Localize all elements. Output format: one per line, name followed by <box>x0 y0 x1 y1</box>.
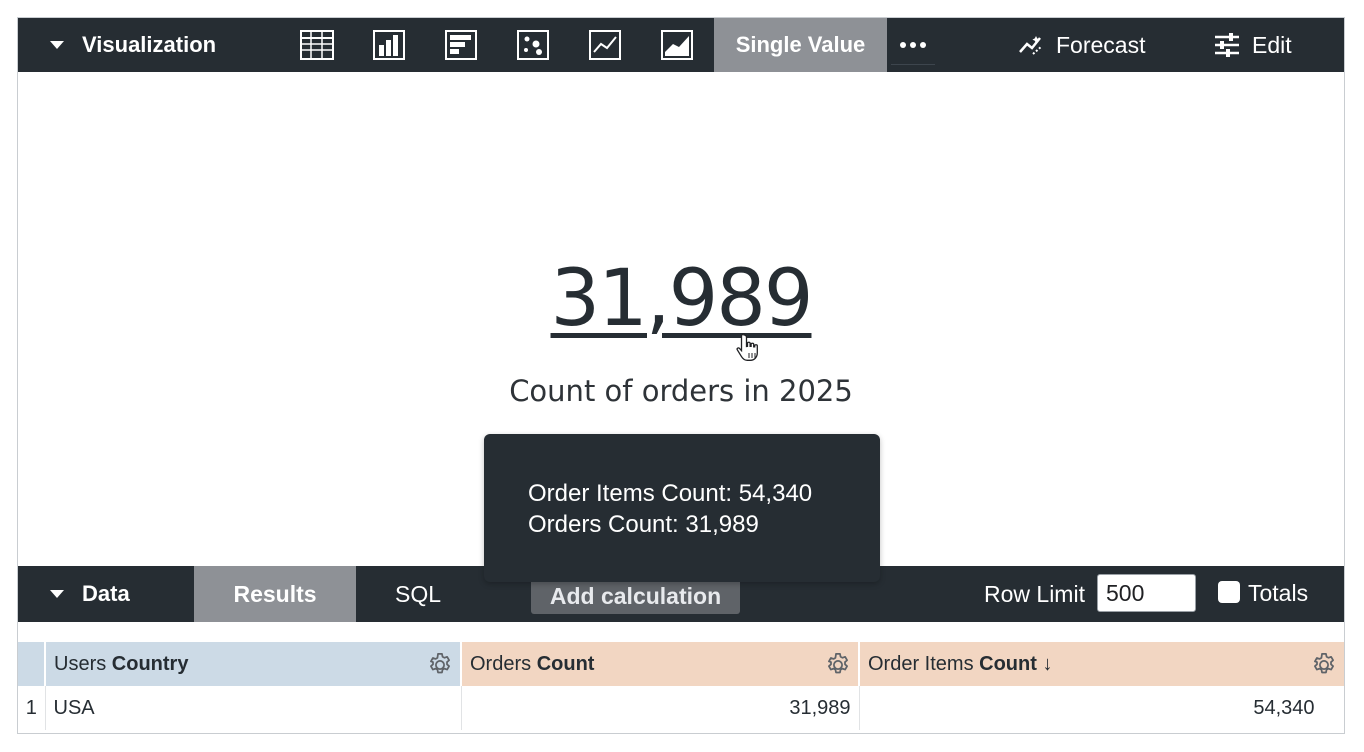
single-value-viz-tab[interactable]: Single Value <box>714 18 887 72</box>
forecast-icon <box>1019 36 1043 55</box>
totals-label: Totals <box>1248 579 1309 606</box>
more-dots-icon <box>920 42 926 48</box>
add-calculation-button[interactable]: Add calculation <box>531 578 740 614</box>
column-view-name: Order Items <box>868 652 974 675</box>
single-value-caption: Count of orders in 2025 <box>509 374 853 408</box>
tune-icon <box>1215 33 1239 57</box>
forecast-label: Forecast <box>1056 31 1146 58</box>
forecast-button[interactable]: Forecast <box>1018 18 1145 72</box>
single-value-number[interactable]: 31,989 <box>18 254 1344 344</box>
gear-icon[interactable] <box>426 651 454 679</box>
gear-icon[interactable] <box>824 651 852 679</box>
collapse-caret-icon <box>50 590 64 598</box>
column-chart-icon[interactable] <box>372 29 406 61</box>
column-field-name: Country <box>111 652 189 675</box>
value-tooltip: Order Items Count: 54,340 Orders Count: … <box>484 434 880 582</box>
more-dots-icon <box>910 42 916 48</box>
visualization-section-toggle[interactable]: Visualization <box>50 18 216 72</box>
data-title: Data <box>82 581 130 606</box>
line-chart-icon[interactable] <box>588 29 622 61</box>
area-chart-icon[interactable] <box>660 29 694 61</box>
tab-sql[interactable]: SQL <box>356 566 480 622</box>
hand-pointer-icon <box>736 333 758 361</box>
column-view-name: Users <box>54 652 107 675</box>
row-number: 1 <box>18 686 46 730</box>
cell-users-country[interactable]: USA <box>45 686 462 730</box>
column-header-order-items-count[interactable]: Order Items Count ↓ <box>859 642 1344 686</box>
more-dots-icon <box>900 42 906 48</box>
table-icon[interactable] <box>300 29 334 61</box>
tooltip-order-items-count: Order Items Count: 54,340 <box>528 480 813 507</box>
sort-descending-icon: ↓ <box>1042 652 1053 675</box>
visualization-toolbar: Visualization Single Value Forecast Edit <box>18 18 1344 72</box>
more-viz-options-button[interactable] <box>891 26 935 65</box>
row-limit-input[interactable] <box>1097 574 1196 612</box>
column-header-users-country[interactable]: Users Country <box>45 642 462 686</box>
table-header-row: Users Country Orders Count Order Items C… <box>18 642 1344 686</box>
tab-results[interactable]: Results <box>194 566 356 622</box>
table-row: 1 USA 31,989 54,340 <box>18 686 1344 730</box>
row-limit-label: Row Limit <box>984 580 1085 607</box>
edit-label: Edit <box>1252 31 1292 58</box>
row-number-header <box>18 642 46 686</box>
data-section-toggle[interactable]: Data <box>50 566 130 622</box>
gear-icon[interactable] <box>1310 651 1338 679</box>
cell-orders-count[interactable]: 31,989 <box>461 686 860 730</box>
edit-button[interactable]: Edit <box>1214 18 1292 72</box>
bar-chart-icon[interactable] <box>444 29 478 61</box>
column-field-name: Count <box>536 652 595 675</box>
visualization-title: Visualization <box>82 32 217 57</box>
collapse-caret-icon <box>50 41 64 49</box>
cell-order-items-count[interactable]: 54,340 <box>859 686 1344 730</box>
column-header-orders-count[interactable]: Orders Count <box>461 642 860 686</box>
scatter-chart-icon[interactable] <box>516 29 550 61</box>
tooltip-orders-count: Orders Count: 31,989 <box>528 511 759 538</box>
results-table: Users Country Orders Count Order Items C… <box>18 642 1344 730</box>
column-view-name: Orders <box>470 652 532 675</box>
totals-checkbox[interactable] <box>1218 581 1240 603</box>
column-field-name: Count <box>979 652 1037 675</box>
explore-panel: Visualization Single Value Forecast Edit… <box>17 17 1345 734</box>
